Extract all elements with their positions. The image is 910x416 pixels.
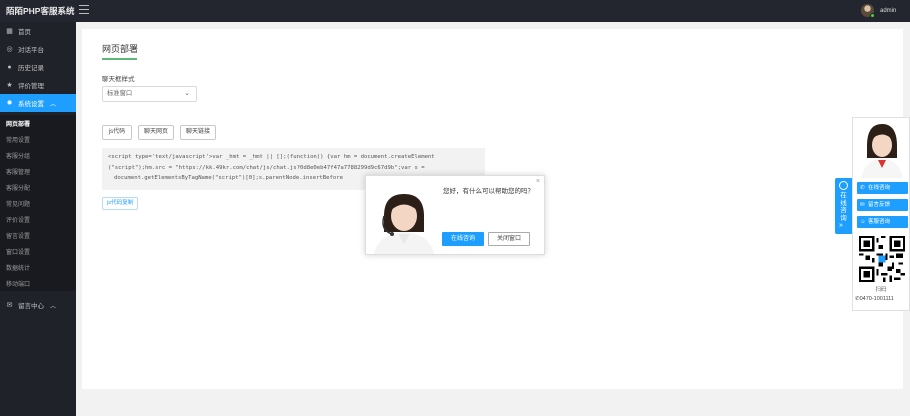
top-bar: 陌陌PHP客服系统 admin (0, 0, 910, 22)
headset-icon (839, 181, 848, 190)
close-window-button[interactable]: 关闭窗口 (488, 232, 530, 246)
chat-page-button[interactable]: 聊天网页 (138, 125, 174, 140)
accept-chat-button[interactable]: 在线咨询 (442, 232, 484, 246)
chat-icon: ◎ (6, 45, 13, 53)
page-title: 网页部署 (102, 44, 139, 54)
chat-invite-popup: × 您好，有什么可以帮助您的吗？ 在线咨询 关闭窗口 (365, 175, 545, 255)
code-line: <script type='text/javascript'>var _hmt … (108, 154, 435, 160)
sub-item-message-settings[interactable]: 留言设置 (0, 227, 76, 243)
sidebar-item-settings[interactable]: ✹ 系统设置 ︿ (0, 94, 76, 112)
agent-consult-button[interactable]: ☺ 客服咨询 (857, 216, 908, 228)
dashboard-icon: ▦ (6, 27, 13, 35)
phone-number: 0470-1001111 (859, 296, 894, 302)
service-side-tab[interactable]: 在线咨询 » (835, 178, 852, 234)
double-chevron-right-icon: » (839, 222, 843, 229)
qr-code-icon (859, 236, 905, 282)
sub-item-review-settings[interactable]: 评价设置 (0, 211, 76, 227)
sidebar-item-label: 评价管理 (18, 83, 44, 90)
qr-label: 扫码 (875, 287, 887, 293)
sub-item-statistics[interactable]: 数据统计 (0, 259, 76, 275)
invite-message: 您好，有什么可以帮助您的吗？ (443, 188, 534, 195)
sidebar-item-reviews[interactable]: ★ 评价管理 (0, 76, 76, 94)
service-phone: ✆0470-1001111 (855, 296, 910, 302)
app-brand[interactable]: 陌陌PHP客服系统 (6, 5, 74, 17)
online-consult-button[interactable]: ✆ 在线咨询 (857, 182, 908, 194)
sidebar-item-history[interactable]: ● 历史记录 (0, 58, 76, 76)
menu-toggle-icon[interactable] (79, 5, 89, 15)
message-icon: ✉ (6, 301, 13, 309)
sidebar-item-label: 对话平台 (18, 47, 44, 54)
sub-item-window-settings[interactable]: 窗口设置 (0, 243, 76, 259)
svc-btn-label: 在线咨询 (868, 185, 891, 191)
star-icon: ★ (6, 81, 13, 89)
chevron-up-icon: ︿ (50, 101, 57, 108)
chat-style-select[interactable]: 标准窗口 ⌄ (102, 86, 197, 102)
message-icon: ✉ (860, 202, 865, 208)
chevron-down-icon: ⌄ (184, 90, 190, 97)
title-underline (102, 58, 137, 60)
online-status-dot (870, 13, 875, 18)
close-icon[interactable]: × (536, 178, 540, 185)
chat-style-label: 聊天框样式 (102, 76, 135, 83)
sub-item-agent-assign[interactable]: 客服分配 (0, 179, 76, 195)
sub-item-mobile[interactable]: 移动端口 (0, 275, 76, 291)
copy-js-code-button[interactable]: js代码复制 (102, 197, 139, 210)
sidebar-item-home[interactable]: ▦ 首页 (0, 22, 76, 40)
code-line: ("script");hm.src = "https://kk.49kr.com… (108, 164, 425, 171)
gear-icon: ✹ (6, 99, 13, 107)
history-icon: ● (7, 63, 12, 71)
sidebar-item-label: 系统设置 (18, 101, 44, 108)
sub-item-agent-manage[interactable]: 客服管理 (0, 163, 76, 179)
svc-btn-label: 客服咨询 (868, 219, 891, 225)
sub-item-common-settings[interactable]: 常用设置 (0, 131, 76, 147)
side-tab-label: 在线咨询 (840, 192, 847, 222)
svc-btn-label: 留言反馈 (868, 202, 891, 208)
sidebar-item-label: 首页 (18, 29, 31, 36)
chat-bubble-icon: ✆ (860, 185, 865, 191)
service-panel: ✆ 在线咨询 ✉ 留言反馈 ☺ 客服咨询 扫码 ✆0470-1001111 (852, 117, 910, 311)
sidebar-item-message-center[interactable]: ✉ 留言中心 ︿ (0, 296, 76, 314)
sidebar-item-label: 历史记录 (18, 65, 44, 72)
leave-message-button[interactable]: ✉ 留言反馈 (857, 199, 908, 211)
user-icon: ☺ (860, 219, 866, 225)
js-code-button[interactable]: js代码 (102, 125, 132, 140)
admin-username[interactable]: admin (880, 8, 896, 14)
sidebar-item-label: 留言中心 (18, 303, 44, 310)
chat-style-value: 标准窗口 (107, 90, 133, 97)
chat-link-button[interactable]: 聊天链接 (180, 125, 216, 140)
sidebar-item-chat[interactable]: ◎ 对话平台 (0, 40, 76, 58)
chevron-up-icon: ︿ (50, 303, 57, 310)
sub-item-web-deploy[interactable]: 网页部署 (0, 115, 76, 131)
agent-photo-icon (861, 124, 903, 178)
sub-item-faq[interactable]: 常见问题 (0, 195, 76, 211)
sidebar: ▦ 首页 ◎ 对话平台 ● 历史记录 ★ 评价管理 ✹ 系统设置 ︿ 网页部署 … (0, 22, 76, 416)
sub-item-agent-groups[interactable]: 客服分组 (0, 147, 76, 163)
agent-portrait-icon (368, 186, 440, 254)
